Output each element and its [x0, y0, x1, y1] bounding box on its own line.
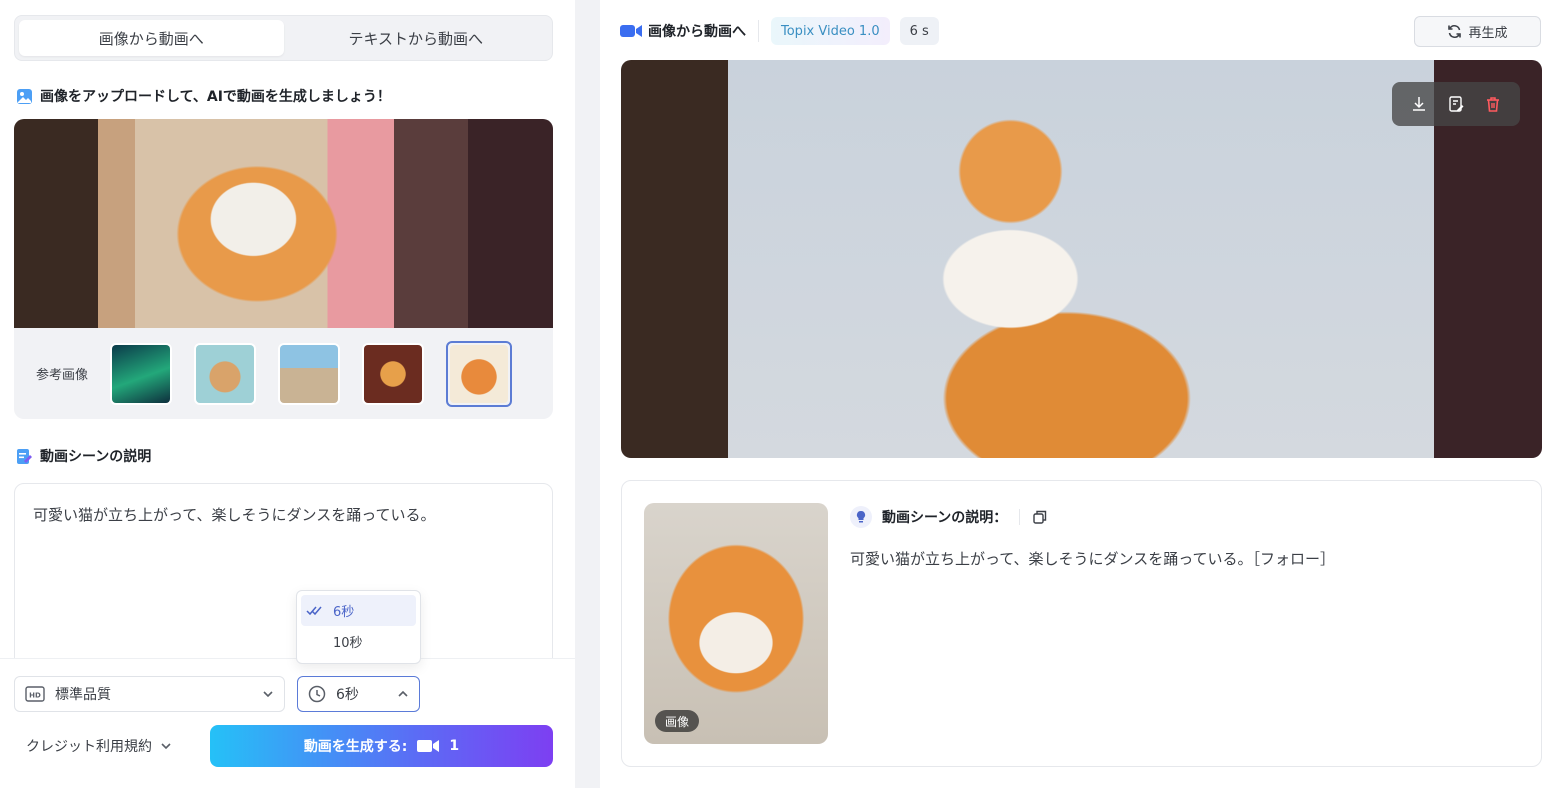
reference-thumb-teddy-bear[interactable]: [194, 342, 256, 405]
video-actions-toolbar: [1392, 82, 1520, 126]
duration-option-label: 10秒: [333, 636, 363, 651]
generate-video-button[interactable]: 動画を生成する: 1: [210, 725, 553, 767]
reference-images-row: 参考画像: [14, 328, 553, 419]
download-icon[interactable]: [1410, 95, 1428, 113]
scene-description-input[interactable]: 可愛い猫が立ち上がって、楽しそうにダンスを踊っている。: [14, 483, 553, 683]
image-icon: [16, 88, 33, 105]
desc-section-title: 動画シーンの説明: [16, 446, 151, 466]
regenerate-label: 再生成: [1468, 26, 1508, 41]
mode-tabs: 画像から動画へ テキストから動画へ: [14, 15, 553, 61]
generate-label: 動画を生成する:: [303, 739, 408, 755]
regenerate-button[interactable]: 再生成: [1414, 16, 1541, 47]
hd-icon: HD: [25, 686, 45, 702]
info-title: 動画シーンの説明：: [850, 506, 1048, 528]
video-camera-icon: [620, 23, 642, 39]
chevron-up-icon: [397, 688, 409, 700]
uploaded-cat-photo: [98, 119, 468, 328]
result-title-text: 画像から動画へ: [648, 24, 746, 40]
generate-cost: 1: [449, 738, 460, 754]
reference-label: 参考画像: [35, 368, 88, 383]
chevron-down-icon: [160, 740, 172, 752]
reference-thumb-perfume-bottle[interactable]: [362, 342, 424, 405]
divider: [758, 20, 759, 42]
double-check-icon: [301, 605, 329, 617]
trash-icon[interactable]: [1484, 95, 1502, 113]
duration-option-10s[interactable]: 10秒: [301, 626, 416, 657]
duration-select[interactable]: 6秒: [297, 676, 420, 712]
video-camera-icon: [417, 739, 440, 753]
desc-title-text: 動画シーンの説明: [40, 449, 152, 465]
video-frame-dancing-cat: [728, 60, 1434, 458]
info-description-text: 可愛い猫が立ち上がって、楽しそうにダンスを踊っている。［フォロー］: [850, 550, 1335, 568]
refresh-icon: [1447, 24, 1462, 39]
upload-area[interactable]: 参考画像: [14, 119, 553, 419]
clock-icon: [308, 685, 326, 703]
edit-icon[interactable]: [1447, 95, 1465, 113]
reference-thumb-kitten[interactable]: [446, 340, 512, 407]
image-tag: 画像: [655, 710, 700, 732]
tab-text-to-video[interactable]: テキストから動画へ: [284, 20, 549, 56]
quality-select[interactable]: HD 標準品質: [14, 676, 285, 712]
model-badge: Topix Video 1.0: [771, 17, 890, 45]
credit-terms-label: クレジット利用規約: [26, 739, 152, 755]
info-title-text: 動画シーンの説明：: [882, 510, 1008, 526]
reference-thumb-motocross[interactable]: [278, 342, 340, 405]
duration-option-6s[interactable]: 6秒: [301, 595, 416, 626]
svg-text:HD: HD: [29, 692, 41, 700]
quality-value: 標準品質: [55, 687, 111, 703]
duration-option-label: 6秒: [333, 605, 355, 620]
duration-badge: 6 s: [899, 17, 939, 45]
edit-doc-icon: [16, 448, 33, 465]
chevron-down-icon: [262, 688, 274, 700]
credit-terms-link[interactable]: クレジット利用規約: [26, 736, 172, 756]
duration-dropdown: 6秒 10秒: [296, 590, 421, 664]
upload-title-text: 画像をアップロードして、AIで動画を生成しましょう！: [40, 89, 391, 105]
result-title: 画像から動画へ: [620, 21, 746, 41]
scene-description-text: 可愛い猫が立ち上がって、楽しそうにダンスを踊っている。: [33, 506, 436, 524]
duration-value: 6秒: [336, 687, 359, 703]
panel-divider: [575, 0, 600, 788]
result-header: 画像から動画へ Topix Video 1.0 6 s: [620, 15, 939, 47]
lightbulb-icon: [850, 506, 872, 528]
divider: [1019, 509, 1021, 525]
reference-thumb-aurora[interactable]: [110, 342, 172, 405]
source-image-thumbnail[interactable]: [644, 503, 828, 744]
upload-section-title: 画像をアップロードして、AIで動画を生成しましょう！: [16, 86, 391, 106]
uploaded-image: [14, 119, 553, 328]
copy-icon[interactable]: [1032, 509, 1048, 525]
tab-image-to-video[interactable]: 画像から動画へ: [19, 20, 284, 56]
left-panel: 画像から動画へ テキストから動画へ 画像をアップロードして、AIで動画を生成しま…: [0, 0, 575, 788]
